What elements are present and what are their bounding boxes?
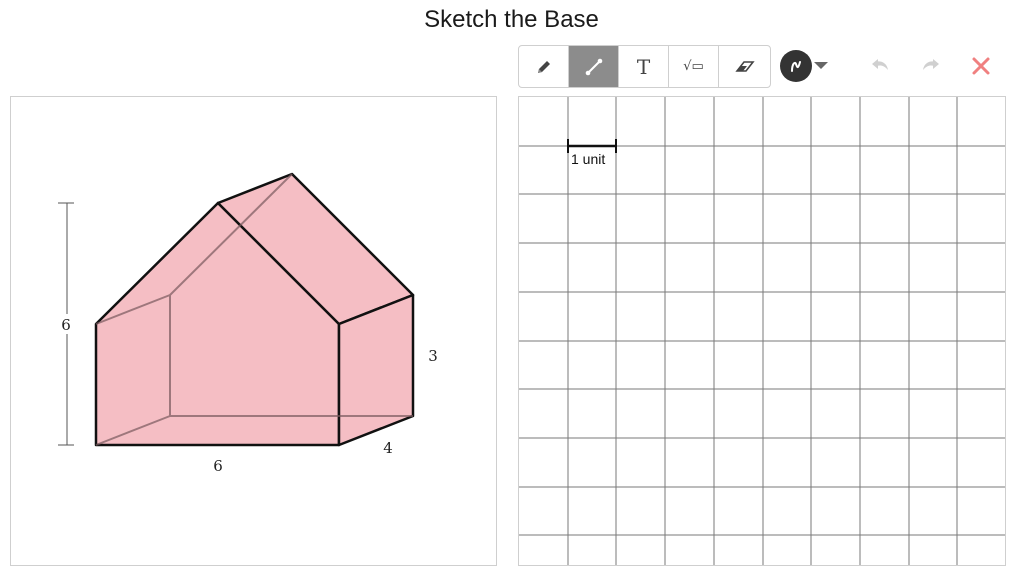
line-tool-button[interactable] [569,46,619,87]
drawing-toolbar: T √▭ [518,45,771,88]
close-icon [972,57,990,75]
eraser-icon [734,60,755,72]
height-label: 6 [61,316,71,334]
text-tool-button[interactable]: T [619,46,669,87]
pentagonal-prism-figure: 6 6 3 4 [57,172,438,475]
unit-scale-label: 1 unit [571,151,606,167]
color-swatch-icon [791,61,801,72]
clear-button[interactable] [967,53,995,79]
unit-scale-marker [567,139,617,153]
base-width-label: 6 [213,457,223,475]
undo-button[interactable] [866,53,894,79]
sketch-grid-canvas[interactable]: 1 unit [518,96,1006,566]
color-dropdown-caret-icon[interactable] [814,62,828,69]
square-root-icon: √▭ [683,59,704,74]
redo-icon [923,59,939,70]
line-segment-icon [585,58,602,75]
depth-label: 4 [383,439,393,457]
eraser-tool-button[interactable] [719,46,770,87]
color-picker-button[interactable] [780,50,812,82]
undo-icon [872,59,888,70]
page-title: Sketch the Base [424,6,599,33]
text-icon: T [636,54,651,79]
redo-button[interactable] [917,53,945,79]
pencil-icon [537,60,550,73]
pencil-tool-button[interactable] [519,46,569,87]
prism-figure-panel: 6 6 3 4 [10,96,497,566]
math-tool-button[interactable]: √▭ [669,46,719,87]
side-height-label: 3 [428,347,438,365]
